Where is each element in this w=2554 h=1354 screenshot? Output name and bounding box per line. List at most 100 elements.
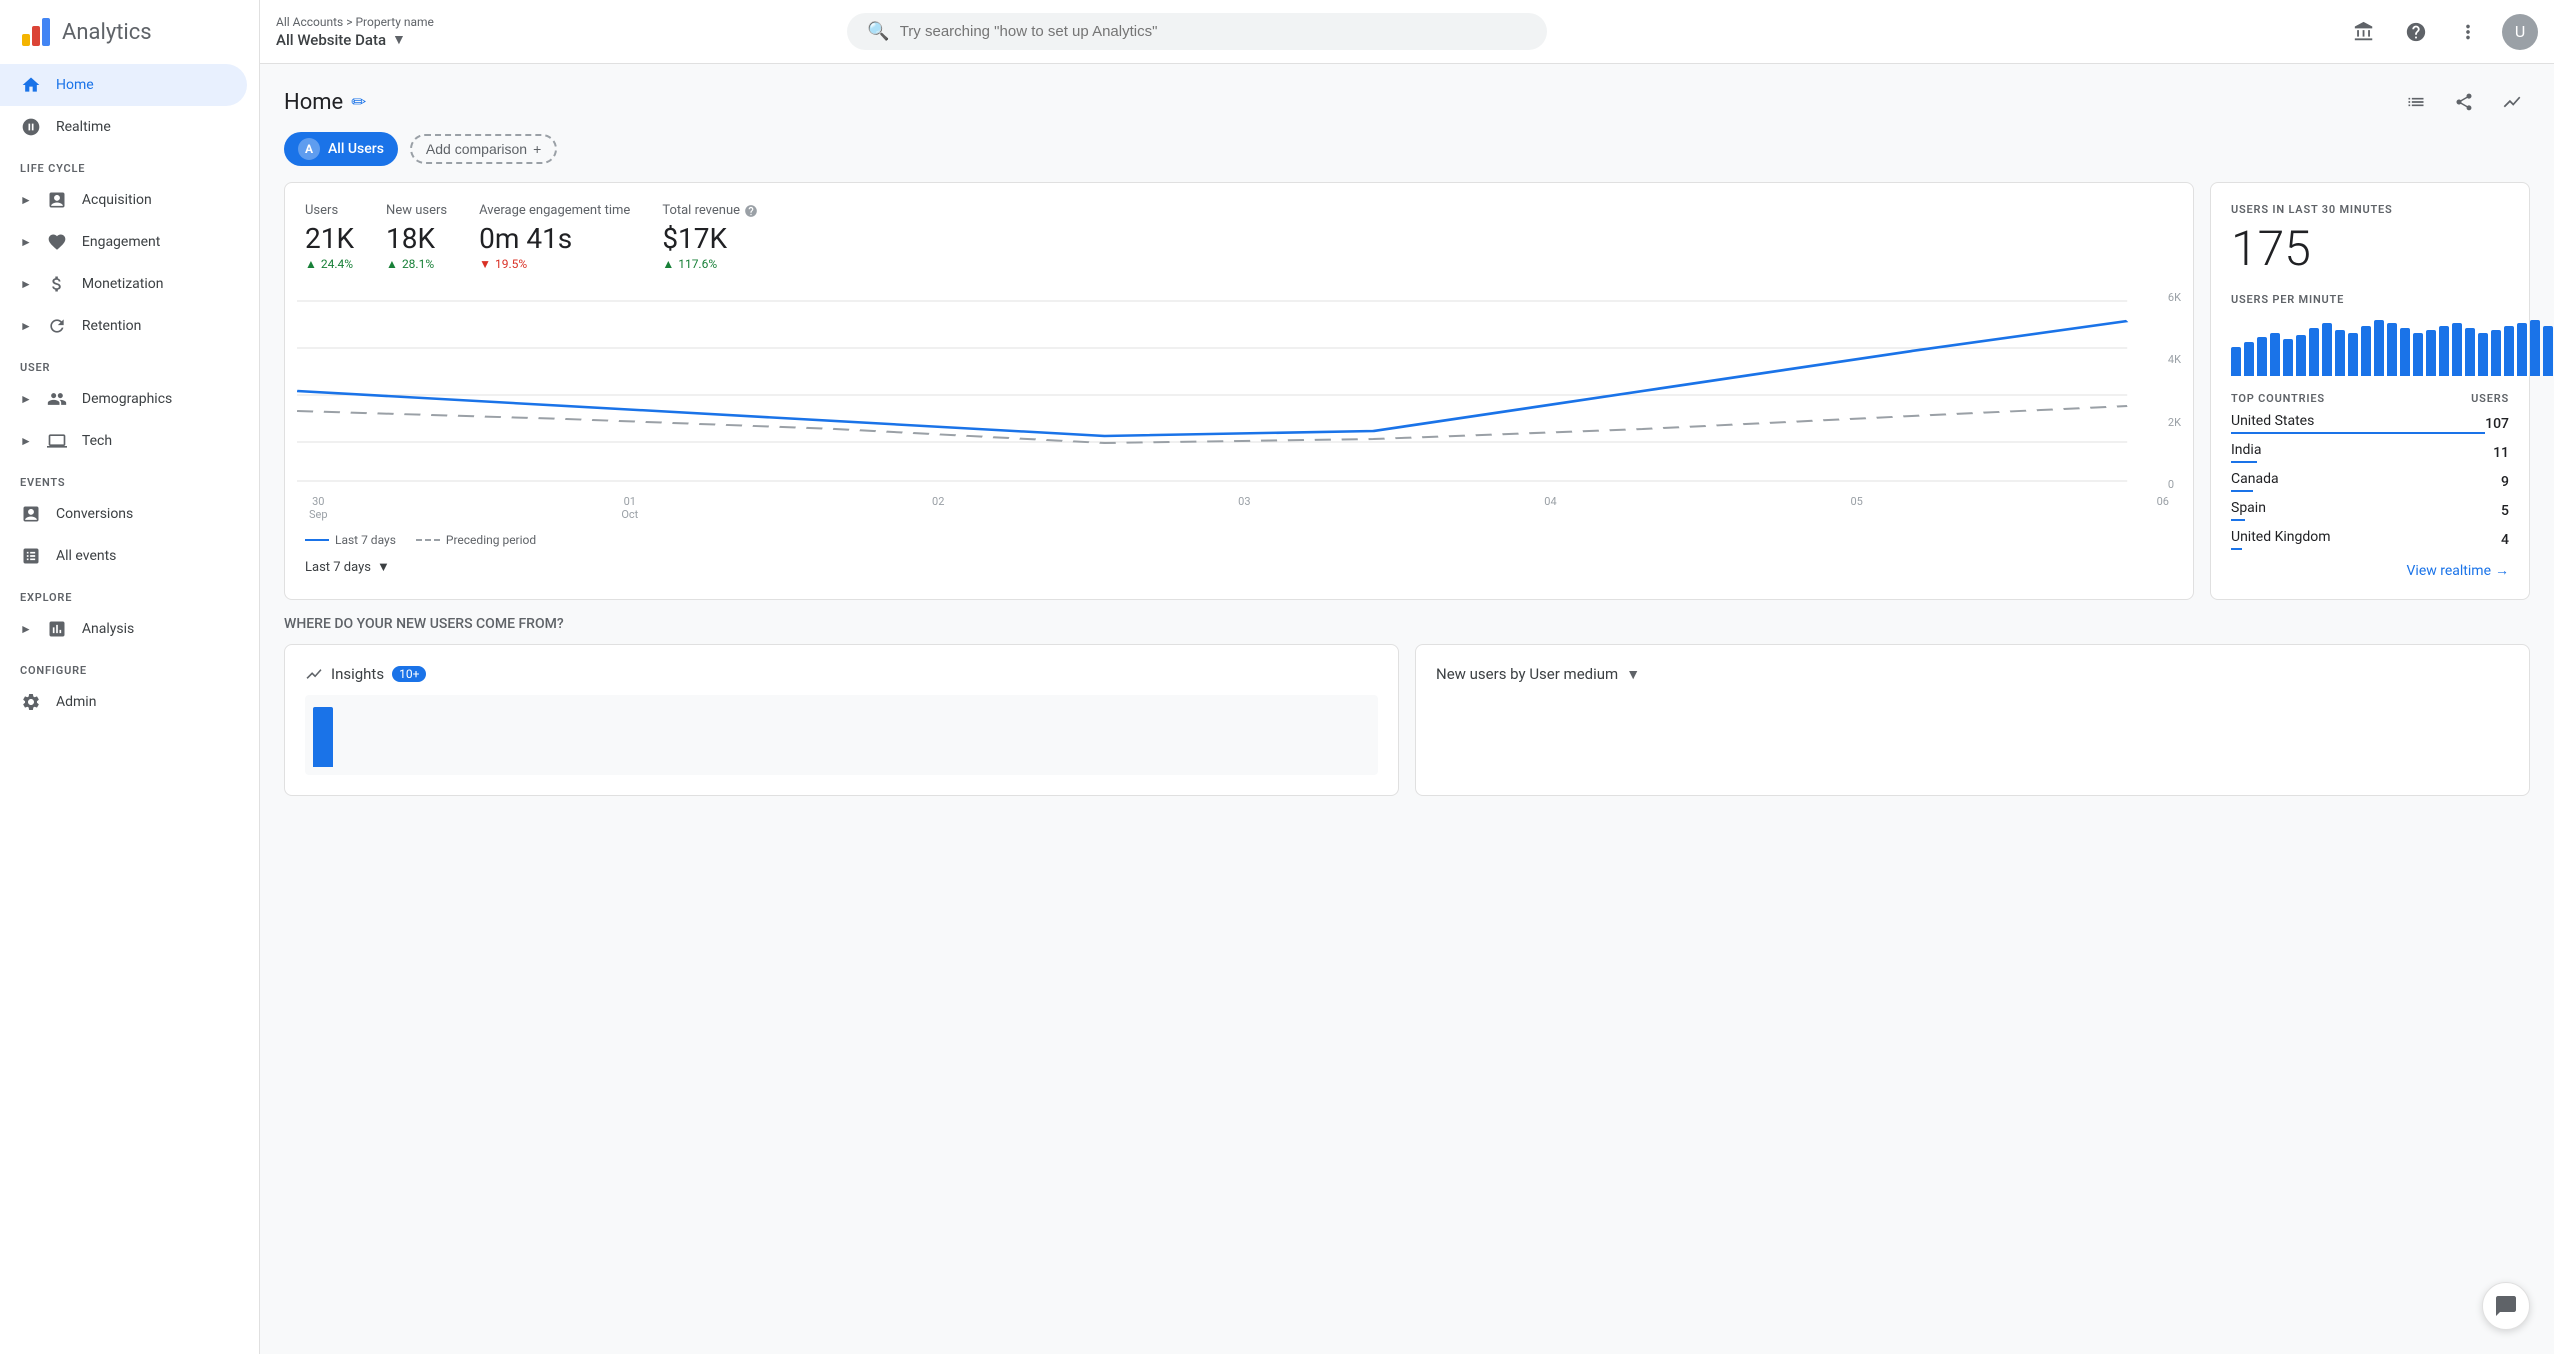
date-range-button[interactable]: Last 7 days ▼ <box>305 559 2173 575</box>
nav-acquisition[interactable]: ► Acquisition <box>0 179 247 221</box>
nav-realtime[interactable]: Realtime <box>0 106 247 148</box>
section-explore: EXPLORE <box>0 577 259 608</box>
x-label-oct01: 01Oct <box>621 495 638 521</box>
add-comparison-button[interactable]: Add comparison + <box>410 134 557 164</box>
stat-new-users-label: New users <box>386 203 447 218</box>
stat-revenue-change: ▲ 117.6% <box>662 257 758 271</box>
insights-chart-preview <box>305 695 1378 775</box>
realtime-section-label: USERS IN LAST 30 MINUTES <box>2231 203 2509 216</box>
conversions-icon <box>20 503 42 525</box>
country-row: United Kingdom 4 <box>2231 529 2509 550</box>
insights-card: Insights 10+ <box>284 644 1399 796</box>
nav-analysis[interactable]: ► Analysis <box>0 608 247 650</box>
bar-chart-bar <box>2452 323 2462 376</box>
new-users-title: New users by User medium <box>1436 665 1618 683</box>
legend-solid-line <box>305 539 329 541</box>
avatar[interactable]: U <box>2502 14 2538 50</box>
comparison-bar: A All Users Add comparison + <box>260 132 2554 182</box>
chat-icon[interactable] <box>2482 1282 2530 1330</box>
view-realtime-label: View realtime <box>2407 563 2491 579</box>
section-events: EVENTS <box>0 462 259 493</box>
stat-engagement-change: ▼ 19.5% <box>479 257 630 271</box>
expand-arrow-icon: ► <box>20 434 32 448</box>
dashboard-grid: Users 21K ▲ 24.4% New users 18K ▲ 28.1% <box>260 182 2554 616</box>
breadcrumb-text: All Accounts > Property name <box>276 15 434 29</box>
stat-users: Users 21K ▲ 24.4% <box>305 203 354 271</box>
bar-chart-bar <box>2426 330 2436 376</box>
legend-solid: Last 7 days <box>305 533 396 547</box>
all-events-icon <box>20 545 42 567</box>
insights-badge: 10+ <box>392 666 426 682</box>
help-button[interactable] <box>2398 14 2434 50</box>
nav-realtime-label: Realtime <box>56 119 111 135</box>
tech-icon <box>46 430 68 452</box>
nav-conversions[interactable]: Conversions <box>0 493 247 535</box>
nav-home-label: Home <box>56 77 94 93</box>
insights-button[interactable] <box>2494 84 2530 120</box>
country-bar <box>2231 490 2253 492</box>
retention-icon <box>46 315 68 337</box>
breadcrumb-path: All Accounts > Property name <box>276 15 434 29</box>
legend-dashed: Preceding period <box>416 533 536 547</box>
stat-revenue: Total revenue $17K ▲ 117.6% <box>662 203 758 271</box>
bar-chart-bar <box>2231 347 2241 376</box>
nav-admin[interactable]: Admin <box>0 681 247 723</box>
bar-chart-bar <box>2517 323 2527 376</box>
view-realtime-link[interactable]: View realtime → <box>2231 562 2509 579</box>
property-selector[interactable]: All Website Data ▼ <box>276 31 434 49</box>
nav-all-events[interactable]: All events <box>0 535 247 577</box>
nav-tech-label: Tech <box>82 433 112 449</box>
sidebar: Analytics Home Realtime LIFE CYCLE ► Acq… <box>0 0 260 1354</box>
section-user: USER <box>0 347 259 378</box>
stat-engagement: Average engagement time 0m 41s ▼ 19.5% <box>479 203 630 271</box>
country-name: United Kingdom <box>2231 529 2501 545</box>
country-info: Spain <box>2231 500 2501 521</box>
top-bar-icons: U <box>2346 14 2538 50</box>
bar-chart-bar <box>2374 320 2384 376</box>
legend-solid-label: Last 7 days <box>335 533 396 547</box>
bar-chart-bar <box>2504 326 2514 376</box>
stat-new-users-change: ▲ 28.1% <box>386 257 447 271</box>
nav-acquisition-label: Acquisition <box>82 192 152 208</box>
nav-retention[interactable]: ► Retention <box>0 305 247 347</box>
stat-engagement-label: Average engagement time <box>479 203 630 218</box>
country-info: United Kingdom <box>2231 529 2501 550</box>
x-label-oct05: 05 <box>1850 495 1862 521</box>
nav-demographics[interactable]: ► Demographics <box>0 378 247 420</box>
all-users-chip[interactable]: A All Users <box>284 132 398 166</box>
admin-icon <box>20 691 42 713</box>
expand-arrow-icon: ► <box>20 193 32 207</box>
customize-report-button[interactable] <box>2398 84 2434 120</box>
chart-legend: Last 7 days Preceding period <box>305 533 2173 547</box>
all-users-label: All Users <box>328 141 384 157</box>
stat-new-users-value: 18K <box>386 222 447 255</box>
new-users-card: New users by User medium ▼ <box>1415 644 2530 796</box>
section-title: WHERE DO YOUR NEW USERS COME FROM? <box>284 616 2530 632</box>
nav-tech[interactable]: ► Tech <box>0 420 247 462</box>
share-button[interactable] <box>2446 84 2482 120</box>
more-button[interactable] <box>2450 14 2486 50</box>
page-edit-icon[interactable]: ✏ <box>351 92 366 113</box>
apps-button[interactable] <box>2346 14 2382 50</box>
breadcrumb: All Accounts > Property name All Website… <box>276 15 434 49</box>
x-label-oct04: 04 <box>1544 495 1556 521</box>
legend-dashed-line <box>416 539 440 541</box>
bar-chart-bar <box>2257 337 2267 376</box>
y-label-4k: 4K <box>2168 353 2181 366</box>
search-bar[interactable]: 🔍 <box>847 13 1547 50</box>
page-title: Home ✏ <box>284 90 366 115</box>
country-name: Spain <box>2231 500 2501 516</box>
nav-retention-label: Retention <box>82 318 142 334</box>
nav-home[interactable]: Home <box>0 64 247 106</box>
insights-bar <box>313 707 333 767</box>
stat-users-label: Users <box>305 203 354 218</box>
new-users-dropdown-icon[interactable]: ▼ <box>1626 666 1640 683</box>
search-input[interactable] <box>900 23 1528 40</box>
nav-monetization[interactable]: ► Monetization <box>0 263 247 305</box>
bar-chart-bar <box>2361 326 2371 376</box>
insights-header: Insights 10+ <box>305 665 1378 683</box>
bar-chart-bar <box>2413 333 2423 376</box>
stat-users-change: ▲ 24.4% <box>305 257 354 271</box>
main-stats-card: Users 21K ▲ 24.4% New users 18K ▲ 28.1% <box>284 182 2194 600</box>
nav-engagement[interactable]: ► Engagement <box>0 221 247 263</box>
